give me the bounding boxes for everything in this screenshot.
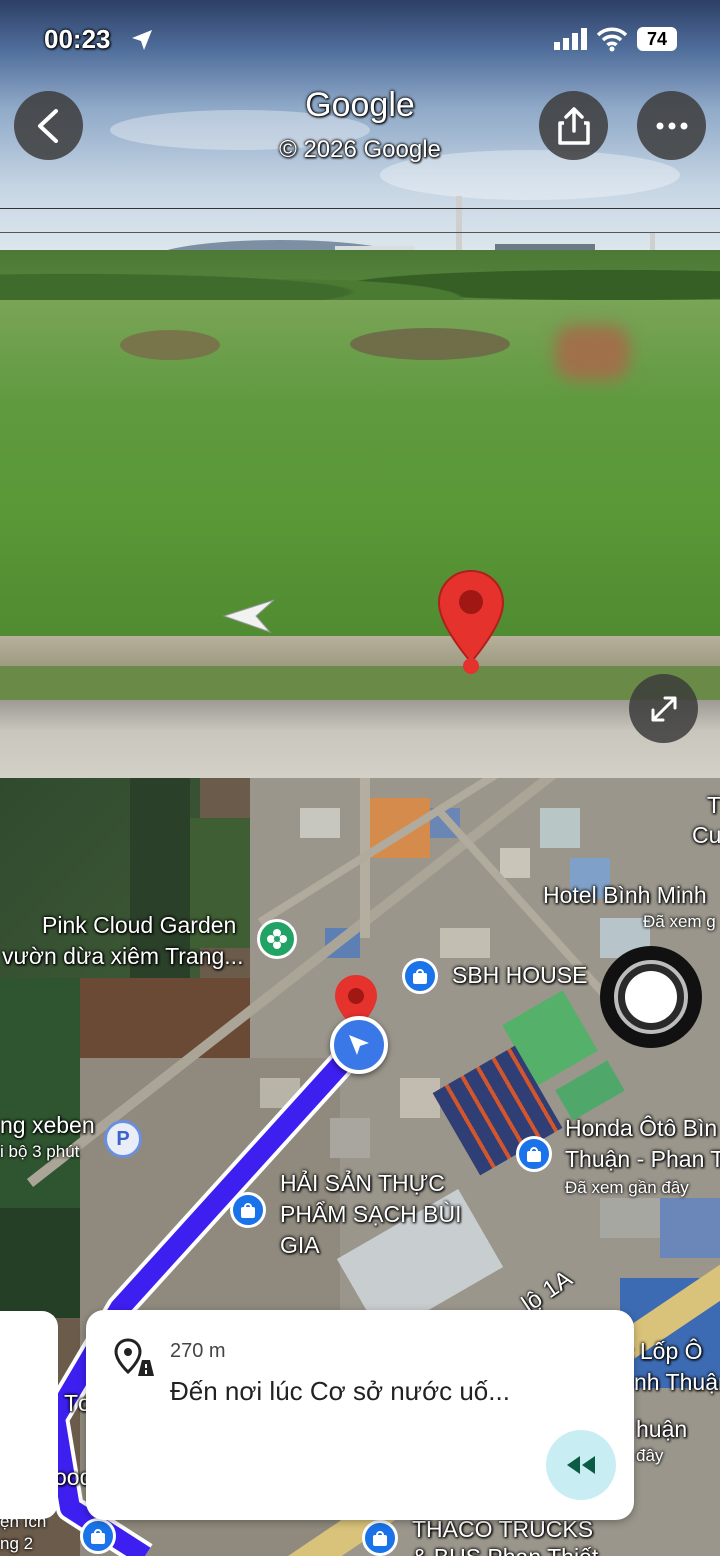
poi-sublabel: i bộ 3 phút xyxy=(0,1142,80,1161)
poi-label[interactable]: SBH HOUSE xyxy=(452,960,587,991)
expand-icon xyxy=(651,696,676,721)
record-dot xyxy=(625,971,677,1023)
bag-icon xyxy=(241,1203,255,1218)
bag-icon xyxy=(91,1529,105,1544)
rewind-icon xyxy=(567,1456,595,1474)
nav-arrow-icon[interactable] xyxy=(220,596,278,636)
share-button[interactable] xyxy=(539,91,608,160)
bag-icon xyxy=(413,969,427,984)
parking-letter: P xyxy=(116,1127,130,1150)
poi-label[interactable]: & BUS Phan Thiết xyxy=(412,1542,598,1556)
current-location-marker xyxy=(330,1016,388,1074)
record-ring xyxy=(614,960,688,1034)
bag-icon xyxy=(527,1147,541,1162)
more-horiz-icon xyxy=(656,122,687,129)
street-view-title: Google xyxy=(305,86,415,124)
status-time: 00:23 xyxy=(44,24,111,54)
poi-label[interactable]: huận xyxy=(636,1414,687,1445)
wire xyxy=(0,232,720,233)
poi-sublabel: ng 2 xyxy=(0,1534,34,1553)
street-view-panel[interactable]: 00:23 74 Google © 2026 Google xyxy=(0,0,720,778)
share-icon xyxy=(557,106,590,145)
garden-pin-icon[interactable] xyxy=(257,919,297,959)
poi-label: T xyxy=(707,792,720,818)
poi-label[interactable]: Pink Cloud Garden xyxy=(42,910,236,941)
distance-text: 270 m xyxy=(170,1340,226,1362)
poi-label[interactable]: Hotel Bình Minh xyxy=(543,880,707,911)
poi-label[interactable]: PHẨM SẠCH BÙI xyxy=(280,1199,461,1230)
record-button[interactable] xyxy=(600,946,702,1048)
poi-label[interactable]: vườn dừa xiêm Trang... xyxy=(2,941,243,972)
location-arrow-icon xyxy=(132,30,152,50)
map-panel[interactable]: lộ 1A Pink Cloud Garden vườn dừa xiêm Tr… xyxy=(0,778,720,1556)
poi-label: Cu xyxy=(692,822,720,848)
poi-label[interactable]: Thuận - Phan T xyxy=(565,1144,720,1175)
poi-label[interactable]: nh Thuận xyxy=(634,1367,720,1398)
brush-pile xyxy=(120,330,220,360)
poi-sublabel: đây xyxy=(636,1446,664,1465)
navigation-arrow-icon xyxy=(349,1035,369,1055)
previous-card[interactable] xyxy=(0,1311,58,1519)
curb xyxy=(0,636,720,666)
poi-label[interactable]: c Lốp Ô xyxy=(622,1336,703,1367)
flower-icon xyxy=(267,929,287,949)
rewind-button[interactable] xyxy=(546,1430,616,1500)
more-button[interactable] xyxy=(637,91,706,160)
cellular-signal-icon xyxy=(554,28,587,50)
poi-label[interactable]: GIA xyxy=(280,1230,320,1261)
poi-sublabel: Đã xem gần đây xyxy=(565,1178,689,1197)
road xyxy=(0,700,720,778)
shopping-bag-icon[interactable] xyxy=(80,1518,116,1554)
battery-level: 74 xyxy=(646,28,668,49)
wire xyxy=(0,208,720,209)
bag-icon xyxy=(373,1531,387,1546)
poi-label[interactable]: Honda Ôtô Bìn xyxy=(565,1113,717,1144)
poi-label[interactable]: ng xeben xyxy=(0,1110,95,1141)
battery-icon: 74 xyxy=(637,27,677,51)
blurred-object xyxy=(555,325,630,380)
parking-icon[interactable]: P xyxy=(104,1120,142,1158)
brush-pile xyxy=(350,328,510,360)
poi-label[interactable]: HẢI SẢN THỰC xyxy=(280,1168,445,1199)
expand-button[interactable] xyxy=(629,674,698,743)
route-destination-icon xyxy=(114,1338,154,1376)
poi-sublabel: Đã xem g xyxy=(643,912,716,931)
red-pin-icon[interactable] xyxy=(436,568,506,676)
shopping-bag-icon[interactable] xyxy=(402,958,438,994)
copyright-text: © 2026 Google xyxy=(279,136,441,163)
shopping-bag-icon[interactable] xyxy=(230,1192,266,1228)
shopping-bag-icon[interactable] xyxy=(362,1520,398,1556)
shopping-bag-icon[interactable] xyxy=(516,1136,552,1172)
navigation-card[interactable]: 270 m Đến nơi lúc Cơ sở nước uố... xyxy=(86,1310,634,1520)
instruction-text: Đến nơi lúc Cơ sở nước uố... xyxy=(170,1376,510,1406)
wifi-icon xyxy=(596,27,628,52)
